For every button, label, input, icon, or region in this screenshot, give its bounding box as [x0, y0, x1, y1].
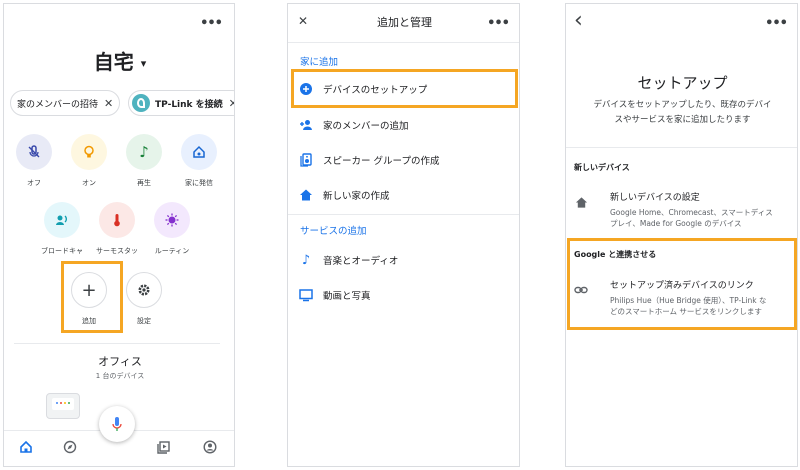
action-label: オフ: [27, 179, 41, 187]
section-header-home: 家に追加: [300, 57, 339, 68]
music-note-icon: ♪: [126, 134, 162, 170]
action-label: サーモスタッ: [96, 247, 138, 255]
tv-icon: [298, 287, 314, 303]
mic-off-icon: [16, 134, 52, 170]
menu-item-label: 音楽とオーディオ: [323, 256, 399, 267]
action-off[interactable]: オフ: [6, 134, 62, 188]
action-call-home[interactable]: 家に発信: [171, 134, 227, 188]
menu-item-music-audio[interactable]: ♪ 音楽とオーディオ: [298, 246, 518, 274]
broadcast-icon: [44, 202, 80, 238]
description-line: Google Home、Chromecast、スマートディス: [610, 208, 773, 217]
menu-item-speaker-group[interactable]: スピーカー グループの作成: [298, 146, 518, 174]
room-device-count: 1 台のデバイス: [95, 372, 145, 380]
setup-panel: ‹ ••• セットアップ デバイスをセットアップしたり、既存のデバイ スやサービ…: [565, 3, 798, 467]
menu-item-add-member[interactable]: 家のメンバーの追加: [298, 111, 518, 139]
action-label: 再生: [137, 179, 151, 187]
routine-icon: [154, 202, 190, 238]
action-label: ルーティン: [154, 247, 190, 255]
subtitle-line: デバイスをセットアップしたり、既存のデバイ: [593, 100, 772, 110]
music-note-icon: ♪: [301, 252, 311, 268]
more-horiz-icon[interactable]: •••: [487, 16, 510, 31]
action-label: ブロードキャ: [41, 247, 83, 255]
thermostat-icon: [99, 202, 135, 238]
highlight-box: [567, 238, 797, 330]
add-and-manage-panel: ✕ 追加と管理 ••• 家に追加 デバイスのセットアップ 家のメンバーの追加 ス…: [287, 3, 520, 467]
lightbulb-icon: [71, 134, 107, 170]
home-name: 自宅: [93, 50, 134, 74]
action-routine[interactable]: ルーティン: [144, 202, 200, 256]
menu-item-video-photo[interactable]: 動画と写真: [298, 281, 518, 309]
speaker-group-icon: [298, 152, 314, 168]
page-title: セットアップ: [637, 74, 728, 92]
home-screen-panel: ••• 自宅 ▾ 家のメンバーの招待 ✕ TP-Link を接続 ✕ オフ オン…: [3, 3, 235, 467]
home-title[interactable]: 自宅 ▾: [4, 46, 234, 75]
close-icon[interactable]: ✕: [229, 97, 234, 110]
room-title: オフィス: [98, 355, 142, 368]
home-icon: [298, 187, 314, 203]
mic-icon: [112, 417, 122, 431]
home-tab-icon[interactable]: [18, 440, 34, 456]
chip-label: 家のメンバーの招待: [17, 99, 99, 110]
mic-button[interactable]: [99, 406, 135, 442]
section-header-services: サービスの追加: [300, 226, 367, 237]
action-play[interactable]: ♪ 再生: [116, 134, 172, 188]
smart-display-device[interactable]: [46, 393, 80, 419]
page-title: 追加と管理: [377, 16, 432, 29]
divider: [288, 42, 519, 43]
home-call-icon: [181, 134, 217, 170]
page-subtitle: デバイスをセットアップしたり、既存のデバイ スやサービスを家に追加したります: [580, 98, 785, 128]
dropdown-arrow-icon[interactable]: ▾: [141, 57, 147, 70]
action-thermostat[interactable]: サーモスタッ: [89, 202, 145, 256]
action-label: オン: [82, 179, 96, 187]
account-tab-icon[interactable]: [202, 440, 218, 456]
media-tab-icon[interactable]: [156, 440, 172, 456]
list-item-title: 新しいデバイスの設定: [610, 193, 700, 203]
menu-item-label: 家のメンバーの追加: [323, 121, 409, 132]
chip-label: TP-Link を接続: [155, 99, 223, 110]
divider: [288, 214, 519, 215]
settings-label: 設定: [137, 317, 151, 325]
settings-button[interactable]: 設定: [116, 272, 172, 326]
close-icon[interactable]: ✕: [104, 97, 113, 110]
home-icon: [574, 196, 588, 210]
invite-members-chip[interactable]: 家のメンバーの招待 ✕: [10, 90, 121, 116]
menu-item-label: スピーカー グループの作成: [323, 156, 440, 167]
menu-item-label: 動画と写真: [323, 291, 371, 302]
list-item-description: Google Home、Chromecast、スマートディス プレイ、Made …: [610, 207, 790, 229]
action-label: 家に発信: [185, 179, 213, 187]
action-on[interactable]: オン: [61, 134, 117, 188]
more-horiz-icon[interactable]: •••: [200, 16, 223, 31]
highlight-box: [61, 261, 123, 333]
divider: [14, 343, 220, 344]
list-item-new-device[interactable]: 新しいデバイスの設定 Google Home、Chromecast、スマートディ…: [566, 186, 797, 234]
tp-link-logo-icon: [132, 94, 150, 112]
highlight-box: [291, 69, 518, 108]
display-screen-icon: [52, 398, 74, 410]
gear-icon: [126, 272, 162, 308]
tp-link-chip[interactable]: TP-Link を接続 ✕: [128, 90, 234, 116]
menu-item-label: 新しい家の作成: [323, 191, 390, 202]
action-broadcast[interactable]: ブロードキャ: [34, 202, 90, 256]
more-horiz-icon[interactable]: •••: [765, 16, 788, 31]
explore-tab-icon[interactable]: [62, 440, 78, 456]
description-line: プレイ、Made for Google のデバイス: [610, 219, 742, 228]
subtitle-line: スやサービスを家に追加したります: [614, 115, 751, 125]
divider: [566, 147, 797, 148]
person-add-icon: [298, 117, 314, 133]
section-header-new-devices: 新しいデバイス: [574, 163, 630, 172]
back-arrow-icon[interactable]: ‹: [574, 8, 583, 33]
menu-item-new-home[interactable]: 新しい家の作成: [298, 181, 518, 209]
